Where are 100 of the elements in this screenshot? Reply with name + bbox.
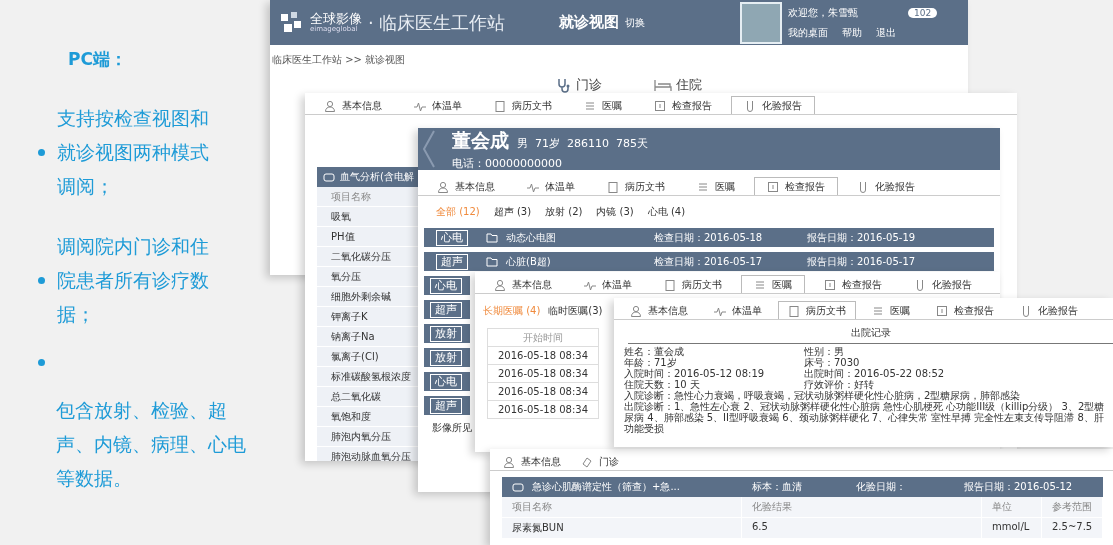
bullet-text: 支持按检查视图和就诊视图两种模式调阅； [57,106,210,199]
tab[interactable]: 体温单 [704,301,772,319]
tab[interactable]: 基本信息 [311,96,395,114]
filter-link[interactable]: 放射 (2) [545,205,583,219]
intro-paragraph: 包含放射、检验、超声、内镜、病理、心电等数据。 [56,399,246,489]
document-icon [767,180,779,193]
tab[interactable]: 基本信息 [481,275,565,293]
discharge-diagnosis: 出院诊断：1、急性左心衰 2、冠状动脉粥样硬化性心脏病 急性心肌梗死 心功能III级（killip分级） 3、2型糖尿病 4、肺部感染 5、II型呼吸衰竭 6、颈动脉粥样硬化 7、心律失常 室性早搏 完全性左束支传导阻滞 8、肝功能受损 [624,401,1106,434]
clipboard-icon [607,180,619,193]
report-row[interactable]: 放射 [424,348,470,367]
header-link[interactable]: 我的桌面 [788,25,828,40]
clipboard-icon [788,304,800,317]
view-title: 就诊视图 [559,13,620,32]
message-badge[interactable]: 102 [908,7,938,18]
tab[interactable]: 病历文书 [778,301,856,319]
tab[interactable]: 门诊 [574,452,626,470]
tab[interactable]: 病历文书 [651,275,735,293]
type-tag: 超声 [436,253,468,270]
type-tag: 心电 [430,277,462,294]
column-header: 单位 [982,497,1042,518]
bullet-dot [38,276,45,284]
type-tag: 放射 [430,349,462,366]
filter-link[interactable]: 超声 (3) [493,205,532,219]
bed-icon [654,78,672,92]
tab[interactable]: 检查报告 [754,177,838,195]
person-icon [494,278,506,291]
tab[interactable]: 体温单 [571,275,645,293]
report-row[interactable]: 放射 [424,324,470,343]
avatar-placeholder [740,1,782,44]
record-field: 疗效评价：好转 [804,379,984,390]
document-icon [936,304,948,317]
header-link[interactable]: 退出 [876,25,896,40]
column-header: 化验结果 [742,497,982,518]
tab[interactable]: 医嘱 [684,177,748,195]
tab[interactable]: 体温单 [401,96,475,114]
type-tag: 心电 [430,373,462,390]
type-tag: 超声 [430,397,462,414]
bullet-dot [38,148,45,156]
tab[interactable]: 化验报告 [731,96,815,114]
order-type-tab[interactable]: 临时医嘱(3) [548,304,603,318]
back-icon[interactable] [422,129,436,169]
report-date: 报告日期：2016-05-12 [964,480,1073,494]
intro-title: PC端： [68,48,128,71]
report-row[interactable]: 心电 动态心电图 检查日期：2016-05-18 报告日期：2016-05-19 [424,228,994,247]
tab[interactable]: 医嘱 [862,301,920,319]
type-tag: 放射 [430,325,462,342]
filter-link[interactable]: 心电 (4) [647,205,686,219]
report-name: 心脏(B超) [506,254,552,269]
table-cell: 2016-05-18 08:34 [488,346,598,364]
report-row[interactable]: 超声 [424,396,470,415]
tab[interactable]: 化验报告 [1010,301,1088,319]
exam-date: 检查日期：2016-05-18 [654,230,764,245]
table-cell: 尿素氮BUN [502,518,742,539]
tab[interactable]: 基本信息 [620,301,698,319]
tab[interactable]: 基本信息 [496,452,568,470]
tab[interactable]: 化验报告 [901,275,985,293]
document-icon [824,278,836,291]
folder-icon [486,256,498,267]
mode-tab[interactable]: 住院 [648,75,708,95]
filter-link[interactable]: 内镜 (3) [596,205,634,219]
record-field: 姓名：董会成 [624,346,804,357]
list-icon [754,278,766,291]
switch-button[interactable]: 切换 [625,15,646,30]
tab[interactable]: 病历文书 [594,177,678,195]
logo-name: 全球影像 [310,11,362,26]
lab-date-label: 化验日期： [856,480,907,494]
report-row[interactable]: 心电 [424,372,470,391]
bullet-text: 调阅院内门诊和住院患者所有诊疗数据； [57,234,210,327]
clipboard-icon [664,278,676,291]
report-row[interactable]: 心电 [424,276,470,295]
tab[interactable]: 化验报告 [844,177,928,195]
tab[interactable]: 检查报告 [641,96,725,114]
box-icon [512,482,524,492]
list-icon [872,304,884,317]
mode-tab[interactable]: 门诊 [550,75,608,95]
header-link[interactable]: 帮助 [842,25,862,40]
test-tube-icon [857,180,869,193]
report-row[interactable]: 超声 心脏(B超) 检查日期：2016-05-17 报告日期：2016-05-17 [424,252,994,271]
list-icon [697,180,709,193]
report-row[interactable]: 超声 [424,300,470,319]
person-icon [324,99,336,112]
table-cell: 2.5~7.5 [1042,518,1104,539]
table-cell: 2016-05-18 08:34 [488,400,598,418]
record-field: 床号：7030 [804,357,984,368]
test-tube-icon [744,99,756,112]
tab[interactable]: 医嘱 [571,96,635,114]
tab[interactable]: 医嘱 [741,275,805,293]
tab[interactable]: 体温单 [514,177,588,195]
tab[interactable]: 检查报告 [926,301,1004,319]
tab[interactable]: 检查报告 [811,275,895,293]
column-header: 项目名称 [502,497,742,518]
admission-diagnosis: 入院诊断：急性心力衰竭，呼吸衰竭，冠状动脉粥样硬化性心脏病，2型糖尿病，肺部感染 [624,390,1022,401]
folder-icon [486,232,498,243]
table-cell: 2016-05-18 08:34 [488,364,598,382]
test-tube-icon [914,278,926,291]
pill-icon [581,455,593,468]
tab[interactable]: 病历文书 [481,96,565,114]
type-tag: 超声 [430,301,462,318]
table-cell: 2016-05-18 08:34 [488,382,598,400]
box-icon [323,172,335,182]
